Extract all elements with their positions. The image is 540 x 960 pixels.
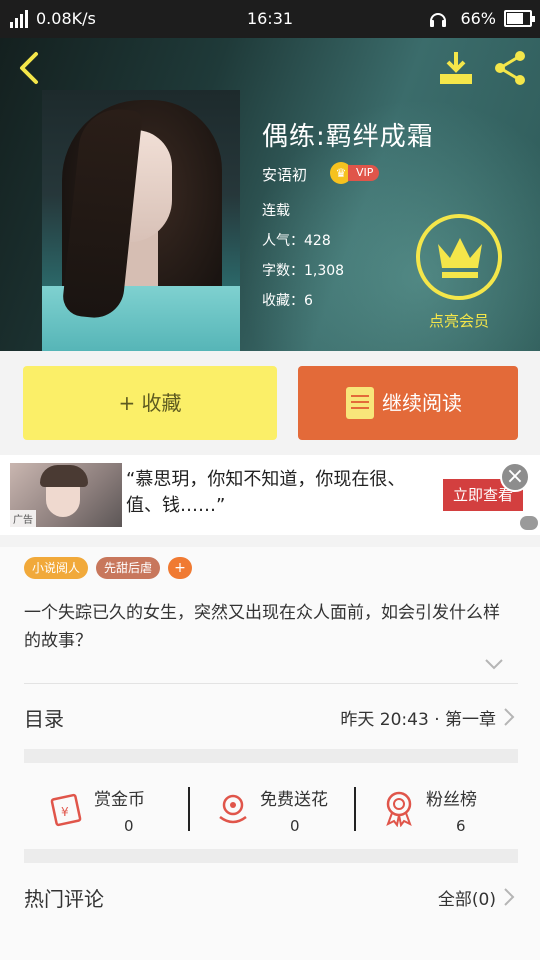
free-flower-button[interactable]: 免费送花 0	[190, 777, 354, 849]
svg-text:¥: ¥	[61, 805, 69, 819]
continue-reading-button[interactable]: 继续阅读	[298, 366, 518, 440]
favorite-button[interactable]: + 收藏	[23, 366, 277, 440]
section-gap	[24, 849, 518, 863]
chevron-right-icon	[504, 708, 515, 726]
stats-row: ¥ 赏金币 0 免费送花 0 粉丝榜 6	[24, 777, 518, 849]
ad-tag: 广告	[10, 510, 36, 527]
book-favorites: 收藏：6	[262, 293, 313, 309]
tag[interactable]: 先甜后虐	[96, 557, 161, 579]
book-popularity: 人气：428	[262, 233, 331, 249]
book-cover	[42, 90, 240, 351]
battery-icon	[504, 10, 535, 27]
toc-label: 目录	[24, 707, 64, 731]
ad-mark-icon	[520, 516, 538, 530]
status-bar: 0.08K/s 16:31 66%	[0, 0, 540, 38]
stat-count: 0	[124, 817, 134, 835]
clock: 16:31	[246, 9, 294, 28]
book-icon	[346, 387, 374, 419]
ad-banner[interactable]: 广告 “慕思玥，你知不知道，你现在很、值、钱……” 立即查看	[0, 455, 540, 535]
chevron-right-icon	[504, 888, 515, 906]
tag-list: 小说阅人 先甜后虐 +	[24, 557, 200, 579]
stat-count: 0	[290, 817, 300, 835]
tag[interactable]: 小说阅人	[24, 557, 89, 579]
section-gap	[24, 749, 518, 763]
download-icon[interactable]	[436, 48, 476, 88]
light-member-label[interactable]: 点亮会员	[404, 310, 514, 331]
book-header: 偶练:羁绊成霜 安语初 ♛ VIP 连载 人气：428 字数：1,308 收藏：…	[0, 38, 540, 351]
fan-ranking-button[interactable]: 粉丝榜 6	[356, 777, 520, 849]
hot-comments-row[interactable]: 热门评论 全部(0)	[24, 865, 518, 929]
back-icon[interactable]	[14, 50, 44, 86]
vip-badge: ♛ VIP	[330, 162, 380, 184]
battery-percent: 66%	[460, 9, 496, 28]
book-author[interactable]: 安语初	[262, 164, 307, 185]
share-icon[interactable]	[490, 48, 530, 88]
ad-text: “慕思玥，你知不知道，你现在很、值、钱……”	[126, 469, 406, 516]
table-of-contents-row[interactable]: 目录 昨天 20:43 · 第一章	[24, 685, 518, 749]
red-envelope-icon: ¥	[50, 793, 82, 827]
flower-icon	[219, 794, 247, 824]
synopsis: 一个失踪已久的女生，突然又出现在众人面前，如会引发什么样的故事？	[24, 603, 500, 651]
add-tag-button[interactable]: +	[168, 557, 193, 579]
stat-count: 6	[456, 817, 466, 835]
book-word-count: 字数：1,308	[262, 263, 345, 279]
headphone-icon	[430, 13, 446, 27]
book-title: 偶练:羁绊成霜	[262, 122, 434, 152]
medal-icon	[386, 791, 412, 827]
all-comments-link[interactable]: 全部(0)	[438, 885, 496, 910]
toc-latest-chapter: 昨天 20:43 · 第一章	[340, 710, 496, 730]
ad-image: 广告	[10, 463, 122, 527]
hot-comments-label: 热门评论	[24, 887, 104, 911]
book-status: 连载	[262, 203, 290, 219]
reward-coins-button[interactable]: ¥ 赏金币 0	[24, 777, 188, 849]
ad-close-icon[interactable]: ×	[500, 462, 530, 492]
book-detail: 小说阅人 先甜后虐 + 一个失踪已久的女生，突然又出现在众人面前，如会引发什么样…	[0, 547, 540, 960]
action-area: + 收藏 继续阅读	[0, 351, 540, 455]
divider	[24, 683, 518, 684]
chevron-down-icon[interactable]	[484, 657, 504, 671]
crown-icon	[438, 238, 482, 278]
light-member-button[interactable]	[416, 214, 502, 300]
